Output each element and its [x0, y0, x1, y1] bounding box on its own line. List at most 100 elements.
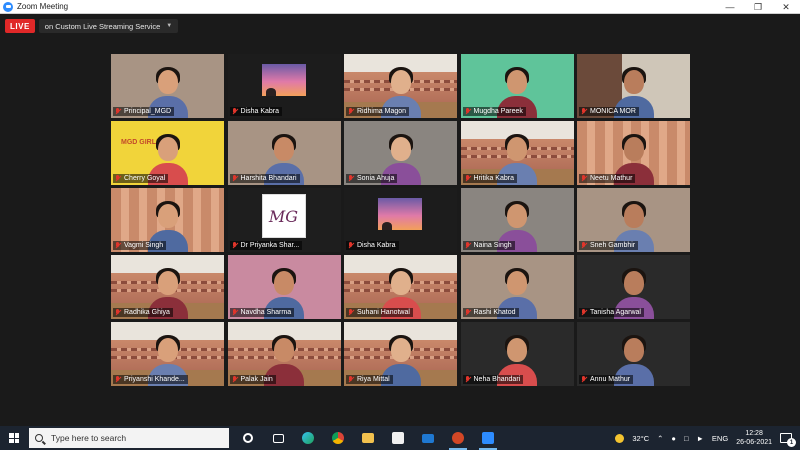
participant-name: Priyanshi Khande... — [124, 376, 185, 383]
weather-temp[interactable]: 32°C — [632, 434, 649, 443]
participant-tile[interactable]: Neha Bhandari — [460, 322, 574, 386]
participant-tile[interactable]: Sneh Gambhir — [577, 188, 690, 252]
participant-nameplate: Sneh Gambhir — [579, 241, 639, 250]
volume-icon[interactable]: ► — [696, 434, 703, 443]
notification-count: 1 — [787, 438, 796, 447]
participant-name: Navdha Sharma — [240, 309, 292, 316]
participant-tile[interactable]: Sonia Ahuja — [344, 121, 457, 185]
live-service-dropdown[interactable]: on Custom Live Streaming Service ▼ — [38, 19, 179, 33]
participant-nameplate: Disha Kabra — [229, 107, 283, 116]
participant-name: Riya Mittal — [357, 376, 390, 383]
cortana-button[interactable] — [233, 426, 263, 450]
participant-tile[interactable]: Suhani Hanotwal — [344, 255, 457, 319]
participant-nameplate: Palak Jain — [229, 375, 276, 384]
live-service-label: on Custom Live Streaming Service — [44, 21, 161, 31]
chrome-button[interactable] — [323, 426, 353, 450]
participant-nameplate: Neetu Mathur — [579, 174, 636, 183]
mic-muted-icon — [581, 309, 587, 316]
participant-nameplate: Dr Priyanka Shar... — [229, 241, 303, 250]
taskbar-search[interactable]: Type here to search — [29, 428, 229, 448]
maximize-icon[interactable]: ❐ — [744, 0, 772, 14]
mic-muted-icon — [581, 376, 587, 383]
microphone-icon[interactable]: ● — [671, 434, 676, 443]
participant-name: Cherry Goyal — [124, 175, 166, 182]
participant-tile[interactable]: Naina Singh — [460, 188, 574, 252]
caret-down-icon: ▼ — [166, 23, 173, 29]
participant-tile[interactable]: Mugdha Pareek — [460, 54, 574, 118]
weather-icon[interactable] — [615, 433, 625, 443]
participant-tile[interactable]: MGD GIRLS Cherry Goyal — [111, 121, 224, 185]
edge-button[interactable] — [293, 426, 323, 450]
participant-tile[interactable]: MG Dr Priyanka Shar... — [227, 188, 341, 252]
participant-tile[interactable]: Disha Kabra — [344, 188, 457, 252]
mail-icon — [422, 433, 434, 443]
file-explorer-button[interactable] — [353, 426, 383, 450]
language-indicator[interactable]: ENG — [712, 434, 728, 443]
participant-tile[interactable]: Neetu Mathur — [577, 121, 690, 185]
window-controls: — ❐ ✕ — [716, 0, 800, 14]
participant-nameplate: Cherry Goyal — [113, 174, 169, 183]
minimize-icon[interactable]: — — [716, 0, 744, 14]
chevron-up-icon[interactable]: ⌃ — [657, 434, 663, 443]
participant-tile[interactable]: Riya Mittal — [344, 322, 457, 386]
participant-tile[interactable]: Radhika Ghiya — [111, 255, 224, 319]
participant-tile[interactable]: Ridhima Magon — [344, 54, 457, 118]
participant-nameplate: Navdha Sharma — [229, 308, 295, 317]
meeting-area: LIVE on Custom Live Streaming Service ▼ … — [0, 14, 800, 426]
zoom-icon — [482, 432, 494, 444]
participant-nameplate: Mugdha Pareek — [462, 107, 526, 116]
participant-name: Hritika Kabra — [473, 175, 514, 182]
participant-tile[interactable]: Priyanshi Khande... — [111, 322, 224, 386]
participant-tile[interactable]: Navdha Sharma — [227, 255, 341, 319]
taskbar-apps — [233, 426, 503, 450]
participant-tile[interactable]: Vagmi Singh — [111, 188, 224, 252]
start-button[interactable] — [0, 426, 28, 450]
participant-nameplate: Vagmi Singh — [113, 241, 167, 250]
participant-tile[interactable]: MONICA MOR — [577, 54, 690, 118]
search-placeholder: Type here to search — [51, 433, 127, 443]
mic-muted-icon — [465, 242, 471, 249]
chrome-icon — [332, 432, 344, 444]
participant-name: Mugdha Pareek — [473, 108, 523, 115]
participant-name: Radhika Ghiya — [124, 309, 170, 316]
participant-name: Harshita Bhandari — [240, 175, 297, 182]
store-button[interactable] — [383, 426, 413, 450]
participant-nameplate: Radhika Ghiya — [113, 308, 173, 317]
participant-tile[interactable]: Disha Kabra — [227, 54, 341, 118]
network-icon[interactable]: □ — [684, 434, 689, 443]
mic-muted-icon — [348, 175, 354, 182]
participant-tile[interactable]: Hritika Kabra — [460, 121, 574, 185]
participant-tile[interactable]: Tanisha Agarwal — [577, 255, 690, 319]
mic-muted-icon — [348, 376, 354, 383]
participant-name: MONICA MOR — [590, 108, 636, 115]
powerpoint-button[interactable] — [443, 426, 473, 450]
mic-muted-icon — [581, 242, 587, 249]
participant-name: Naina Singh — [473, 242, 512, 249]
notifications-icon[interactable]: 1 — [780, 433, 796, 447]
participant-tile[interactable]: Rashi Khatod — [460, 255, 574, 319]
zoom-button[interactable] — [473, 426, 503, 450]
participant-tile[interactable]: Harshita Bhandari — [227, 121, 341, 185]
mic-muted-icon — [581, 108, 587, 115]
participant-nameplate: Neha Bhandari — [462, 375, 524, 384]
clock[interactable]: 12:28 26-06-2021 — [736, 429, 772, 447]
participant-nameplate: Annu Mathur — [579, 375, 634, 384]
live-stream-bar: LIVE on Custom Live Streaming Service ▼ — [5, 18, 179, 34]
participant-name: Dr Priyanka Shar... — [240, 242, 300, 249]
mic-muted-icon — [465, 309, 471, 316]
live-badge[interactable]: LIVE — [5, 19, 35, 33]
participant-nameplate: Rashi Khatod — [462, 308, 519, 317]
zoom-app-icon — [3, 1, 13, 12]
participant-name: Disha Kabra — [357, 242, 396, 249]
participant-name: Disha Kabra — [240, 108, 280, 115]
mail-button[interactable] — [413, 426, 443, 450]
title-bar: Zoom Meeting — ❐ ✕ — [0, 0, 800, 14]
participant-tile[interactable]: Annu Mathur — [577, 322, 690, 386]
task-view-button[interactable] — [263, 426, 293, 450]
participant-tile[interactable]: Palak Jain — [227, 322, 341, 386]
mic-muted-icon — [581, 175, 587, 182]
clock-date: 26-06-2021 — [736, 439, 772, 446]
mic-muted-icon — [232, 108, 238, 115]
participant-tile[interactable]: Principal_MGD — [111, 54, 224, 118]
close-icon[interactable]: ✕ — [772, 0, 800, 14]
